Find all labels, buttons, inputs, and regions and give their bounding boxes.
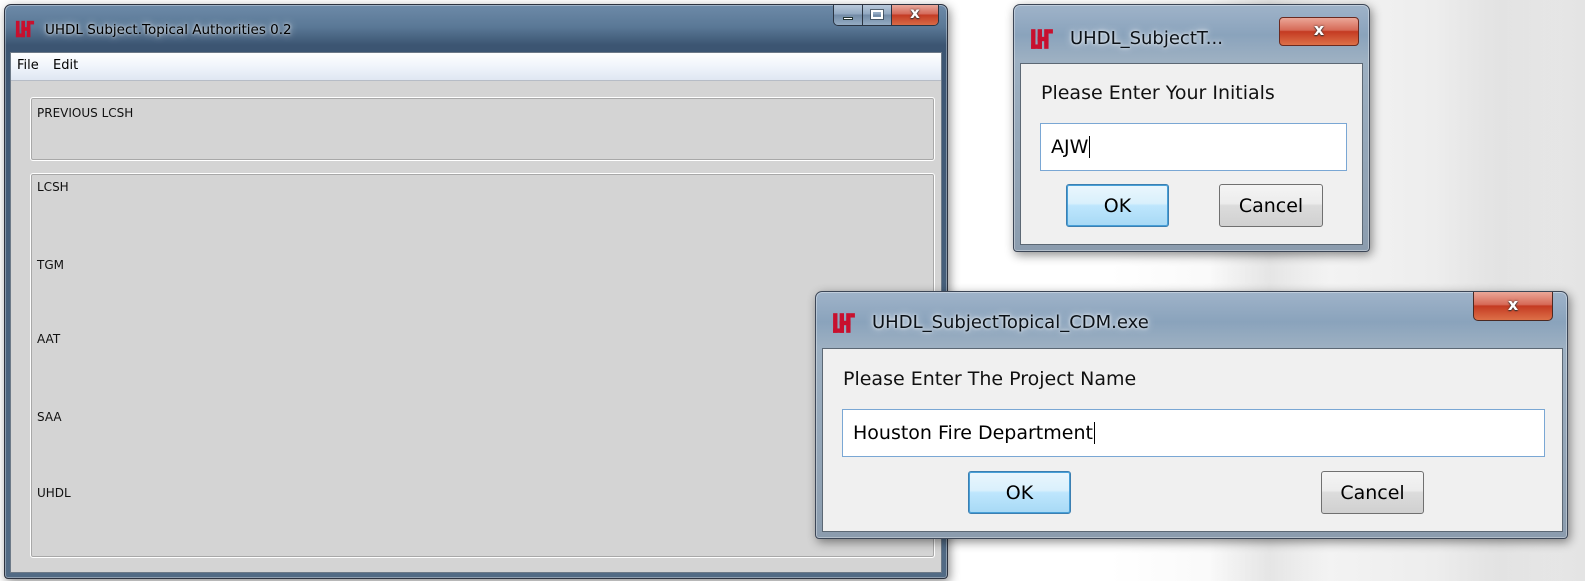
project-close-button[interactable]: x bbox=[1473, 292, 1553, 321]
initials-dialog-body: Please Enter Your Initials AJW OK Cancel bbox=[1020, 63, 1363, 245]
project-dialog-body: Please Enter The Project Name Houston Fi… bbox=[822, 348, 1563, 532]
initials-dialog-title: UHDL_SubjectT... bbox=[1070, 28, 1223, 49]
menu-file[interactable]: File bbox=[17, 58, 39, 73]
close-button[interactable]: x bbox=[892, 5, 938, 25]
project-name-input-value: Houston Fire Department bbox=[853, 422, 1093, 444]
project-dialog: UHDL_SubjectTopical_CDM.exe x Please Ent… bbox=[815, 291, 1568, 539]
aat-label: AAT bbox=[37, 332, 61, 346]
initials-input[interactable]: AJW bbox=[1040, 123, 1347, 171]
minimize-icon bbox=[843, 17, 853, 20]
caption-buttons: x bbox=[833, 5, 939, 26]
tgm-label: TGM bbox=[37, 258, 64, 272]
initials-cancel-button[interactable]: Cancel bbox=[1219, 184, 1323, 227]
menu-edit[interactable]: Edit bbox=[53, 58, 78, 73]
project-name-input[interactable]: Houston Fire Department bbox=[842, 409, 1545, 457]
previous-lcsh-panel: PREVIOUS LCSH bbox=[30, 97, 935, 161]
text-caret bbox=[1093, 422, 1095, 444]
main-window-title: UHDL Subject.Topical Authorities 0.2 bbox=[45, 22, 292, 38]
text-caret bbox=[1089, 136, 1091, 158]
project-prompt: Please Enter The Project Name bbox=[843, 368, 1137, 390]
uh-logo-icon bbox=[833, 313, 855, 333]
initials-dialog: UHDL_SubjectT... x Please Enter Your Ini… bbox=[1013, 4, 1370, 252]
initials-ok-button[interactable]: OK bbox=[1066, 184, 1169, 227]
project-dialog-titlebar[interactable]: UHDL_SubjectTopical_CDM.exe x bbox=[816, 292, 1567, 338]
initials-dialog-titlebar[interactable]: UHDL_SubjectT... x bbox=[1014, 5, 1369, 51]
minimize-button[interactable] bbox=[834, 5, 863, 25]
main-titlebar[interactable]: UHDL Subject.Topical Authorities 0.2 x bbox=[5, 5, 947, 51]
close-icon: x bbox=[1507, 295, 1519, 314]
authorities-panel: LCSH TGM AAT SAA UHDL bbox=[30, 173, 935, 558]
initials-close-button[interactable]: x bbox=[1279, 17, 1359, 46]
maximize-icon bbox=[870, 9, 884, 20]
project-dialog-title: UHDL_SubjectTopical_CDM.exe bbox=[872, 312, 1149, 333]
uh-logo-icon bbox=[1031, 29, 1053, 49]
main-client-area: File Edit PREVIOUS LCSH LCSH TGM AAT SAA… bbox=[10, 52, 942, 573]
initials-prompt: Please Enter Your Initials bbox=[1041, 82, 1275, 104]
main-window: UHDL Subject.Topical Authorities 0.2 x F… bbox=[4, 4, 948, 579]
project-cancel-button[interactable]: Cancel bbox=[1321, 471, 1424, 514]
maximize-button[interactable] bbox=[863, 5, 892, 25]
uhdl-label: UHDL bbox=[37, 486, 71, 500]
initials-input-value: AJW bbox=[1051, 136, 1089, 158]
previous-lcsh-label: PREVIOUS LCSH bbox=[37, 106, 134, 120]
menu-bar: File Edit bbox=[11, 53, 941, 81]
close-icon: x bbox=[1313, 20, 1325, 39]
saa-label: SAA bbox=[37, 410, 62, 424]
uh-logo-icon bbox=[15, 20, 35, 38]
project-ok-button[interactable]: OK bbox=[968, 471, 1071, 514]
lcsh-label: LCSH bbox=[37, 180, 69, 194]
close-icon: x bbox=[910, 5, 920, 22]
